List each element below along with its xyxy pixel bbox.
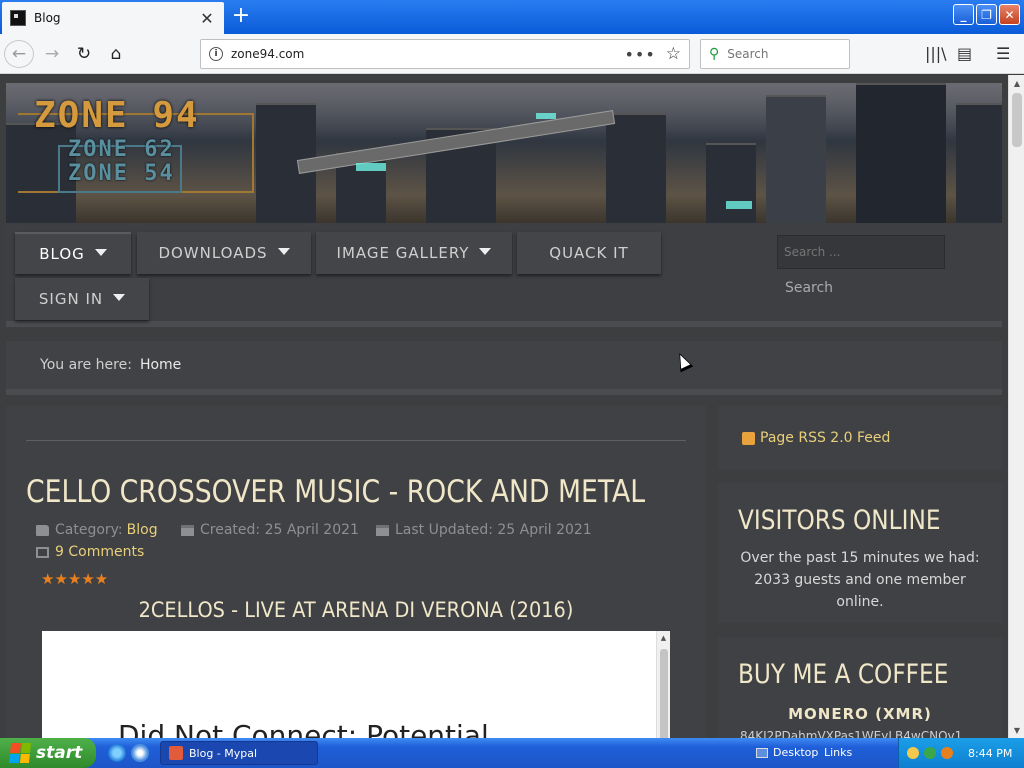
window-controls: _ ❐ ✕ xyxy=(953,4,1020,25)
home-icon[interactable]: ⌂ xyxy=(102,40,130,68)
search-tray-icon[interactable] xyxy=(941,747,953,759)
folder-icon xyxy=(36,524,49,536)
video-title: 2CELLOS - LIVE AT ARENA DI VERONA (2016) xyxy=(138,598,574,622)
windows-logo-icon xyxy=(8,743,32,763)
menu-item-downloads[interactable]: DOWNLOADS xyxy=(137,232,311,274)
article-created: Created: 25 April 2021 xyxy=(181,522,359,538)
hamburger-menu-icon[interactable]: ☰ xyxy=(996,44,1010,63)
browser-tab-strip: Blog ✕ + _ ❐ ✕ xyxy=(0,0,1024,34)
back-arrow-icon[interactable]: ← xyxy=(4,40,34,68)
banner-building xyxy=(856,83,946,223)
forward-arrow-icon[interactable]: → xyxy=(38,40,66,68)
rss-link[interactable]: Page RSS 2.0 Feed xyxy=(760,430,890,446)
coffee-address: 84KJ2PDahmVXPas1WEyLB4wCNQv1 xyxy=(740,729,963,738)
sidebar-toggle-icon[interactable]: ▤ xyxy=(957,44,972,63)
site-favicon-icon xyxy=(10,10,26,26)
site-banner: ZONE 94 ZONE 62 ZONE 54 xyxy=(6,83,1002,223)
window-close-button[interactable]: ✕ xyxy=(999,4,1020,25)
breadcrumb-label: You are here: xyxy=(40,357,132,373)
system-tray: 8:44 PM xyxy=(898,738,1024,768)
banner-building xyxy=(606,113,666,223)
article-title[interactable]: CELLO CROSSOVER MUSIC - ROCK AND METAL xyxy=(26,474,645,510)
page-viewport: ZONE 94 ZONE 62 ZONE 54 BLOG DOWNLOADS I… xyxy=(0,75,1008,738)
restore-button[interactable]: ❐ xyxy=(976,4,997,25)
desktop-toolbar[interactable]: Desktop xyxy=(756,746,818,759)
breadcrumb-home: Home xyxy=(139,357,182,373)
banner-building xyxy=(706,143,756,223)
rss-icon xyxy=(742,431,755,445)
reload-icon[interactable]: ↻ xyxy=(70,40,98,68)
menu-item-blog[interactable]: BLOG xyxy=(15,232,131,274)
bookmark-star-icon[interactable]: ☆ xyxy=(666,44,681,64)
info-icon[interactable]: i xyxy=(209,47,223,61)
comment-icon xyxy=(36,546,49,558)
minimize-button[interactable]: _ xyxy=(953,4,974,25)
visitors-title: VISITORS ONLINE xyxy=(738,505,941,536)
visitors-panel: VISITORS ONLINE Over the past 15 minutes… xyxy=(718,483,1002,623)
url-text[interactable]: zone94.com xyxy=(231,47,624,61)
browser-search-input[interactable] xyxy=(727,47,828,61)
scroll-up-icon[interactable]: ▲ xyxy=(1009,75,1024,91)
menu-item-quack-it[interactable]: QUACK IT xyxy=(517,232,661,274)
clock: 8:44 PM xyxy=(968,746,1013,760)
site-logo-sub2: ZONE 54 xyxy=(68,161,175,186)
caret-down-icon xyxy=(94,248,107,256)
tab-title: Blog xyxy=(34,11,61,25)
coffee-currency: MONERO (XMR) xyxy=(788,705,932,723)
embedded-video-frame[interactable]: Did Not Connect: Potential ▲ xyxy=(42,631,670,738)
menu-item-image-gallery[interactable]: IMAGE GALLERY xyxy=(316,232,512,274)
banner-building xyxy=(956,103,1002,223)
visitors-text: Over the past 15 minutes we had: 2033 gu… xyxy=(740,550,980,610)
main-menu: BLOG DOWNLOADS IMAGE GALLERY QUACK IT SI… xyxy=(6,223,1002,327)
start-button[interactable]: start xyxy=(0,738,96,768)
rating-stars[interactable]: ★★★★★ xyxy=(41,570,108,588)
menu-item-sign-in[interactable]: SIGN IN xyxy=(15,278,149,320)
scroll-down-icon[interactable]: ▼ xyxy=(1009,722,1024,738)
caret-down-icon xyxy=(277,247,290,255)
address-bar[interactable]: i zone94.com ••• ☆ xyxy=(200,39,690,69)
caret-down-icon xyxy=(113,293,126,301)
new-tab-plus-icon[interactable]: + xyxy=(230,4,252,28)
site-logo-sub1: ZONE 62 xyxy=(68,137,175,162)
links-toolbar[interactable]: Links xyxy=(824,746,852,759)
coffee-panel: BUY ME A COFFEE MONERO (XMR) 84KJ2PDahmV… xyxy=(718,637,1002,738)
divider xyxy=(26,440,686,441)
internet-explorer-icon[interactable] xyxy=(108,744,126,762)
page-actions-icon[interactable]: ••• xyxy=(624,45,655,64)
article-updated: Last Updated: 25 April 2021 xyxy=(376,522,592,538)
quicklaunch-browser-icon[interactable] xyxy=(131,744,149,762)
calendar-icon xyxy=(376,524,389,536)
browser-toolbar: ← → ↻ ⌂ i zone94.com ••• ☆ ⚲ |||\ ▤ ☰ xyxy=(0,34,1024,74)
frame-error-message: Did Not Connect: Potential xyxy=(118,719,489,738)
scroll-up-icon[interactable]: ▲ xyxy=(657,634,670,642)
network-icon[interactable] xyxy=(924,747,936,759)
mypal-icon xyxy=(169,746,183,760)
article-panel: CELLO CROSSOVER MUSIC - ROCK AND METAL C… xyxy=(6,406,706,738)
close-icon[interactable]: ✕ xyxy=(198,9,216,28)
frame-scrollbar[interactable]: ▲ xyxy=(656,631,670,738)
page-scrollbar[interactable]: ▲ ▼ xyxy=(1008,75,1024,738)
site-search-button[interactable]: Search xyxy=(777,273,841,303)
comments-link[interactable]: 9 Comments xyxy=(36,544,144,560)
taskbar-window-button[interactable]: Blog - Mypal xyxy=(160,741,318,765)
coffee-title: BUY ME A COFFEE xyxy=(738,659,949,690)
banner-building xyxy=(766,95,826,223)
article-category: Category: Blog xyxy=(36,522,158,538)
rss-panel: Page RSS 2.0 Feed xyxy=(718,406,1002,470)
caret-down-icon xyxy=(479,247,492,255)
library-icon[interactable]: |||\ xyxy=(925,44,947,63)
browser-tab[interactable]: Blog ✕ xyxy=(2,2,224,34)
calendar-icon xyxy=(181,524,194,536)
scrollbar-thumb[interactable] xyxy=(1012,93,1022,147)
desktop-icon xyxy=(756,747,768,758)
site-logo[interactable]: ZONE 94 xyxy=(34,95,200,136)
search-engine-icon: ⚲ xyxy=(709,46,720,62)
site-search-input[interactable] xyxy=(777,235,945,269)
breadcrumb: You are here: Home xyxy=(6,341,1002,395)
browser-search-box[interactable]: ⚲ xyxy=(700,39,850,69)
windows-taskbar: start Blog - Mypal Desktop Links 8:44 PM xyxy=(0,738,1024,768)
security-shield-icon[interactable] xyxy=(907,747,919,759)
category-link[interactable]: Blog xyxy=(127,522,158,538)
